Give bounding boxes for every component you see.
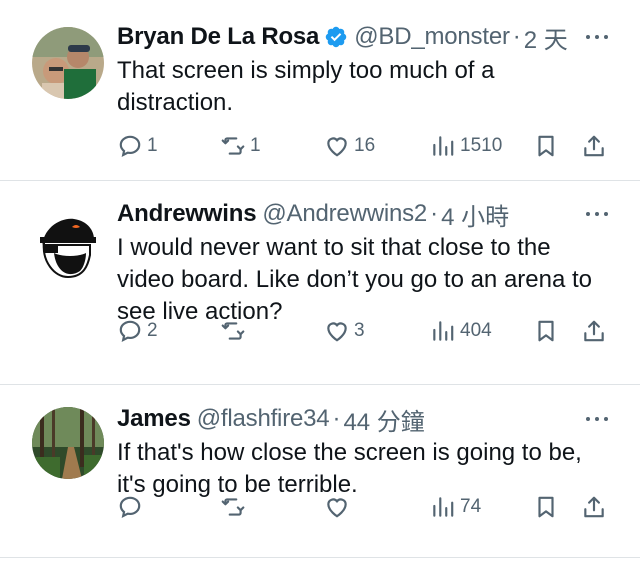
verified-badge-icon <box>324 25 348 49</box>
views-icon <box>433 136 454 156</box>
bookmark-button[interactable] <box>533 318 559 344</box>
tweet-text: I would never want to sit that close to … <box>117 234 593 325</box>
like-button[interactable]: 3 <box>324 318 365 344</box>
share-icon <box>584 496 604 518</box>
bookmark-icon <box>538 135 554 157</box>
views-button[interactable]: 74 <box>430 494 481 520</box>
more-icon[interactable] <box>584 28 610 46</box>
share-button[interactable] <box>581 494 607 520</box>
view-count: 74 <box>460 496 482 517</box>
tweet[interactable]: Andrewwins @Andrewwins2 · 4 小時 I would n… <box>0 181 640 385</box>
reply-icon <box>119 496 141 518</box>
reply-icon <box>119 320 141 342</box>
bookmark-icon <box>538 496 554 518</box>
reply-count: 1 <box>147 135 158 156</box>
reply-count: 2 <box>147 320 158 341</box>
views-icon <box>433 497 454 517</box>
more-icon[interactable] <box>584 205 610 223</box>
view-count: 1510 <box>460 135 503 156</box>
retweet-button[interactable] <box>220 318 250 344</box>
retweet-button[interactable]: 1 <box>220 133 261 159</box>
retweet-icon <box>221 322 245 340</box>
heart-icon <box>327 498 347 518</box>
avatar[interactable] <box>32 27 104 99</box>
reply-button[interactable]: 2 <box>117 318 158 344</box>
action-bar: 74 <box>117 492 610 522</box>
bookmark-button[interactable] <box>533 494 559 520</box>
user-handle[interactable]: @BD_monster <box>354 23 510 51</box>
retweet-button[interactable] <box>220 494 250 520</box>
tweet[interactable]: James @flashfire34 · 44 分鐘 If that's how… <box>0 385 640 558</box>
avatar[interactable] <box>32 407 104 479</box>
view-count: 404 <box>460 320 492 341</box>
like-button[interactable]: 16 <box>324 133 375 159</box>
retweet-count: 1 <box>250 135 261 156</box>
timestamp[interactable]: 4 小時 <box>441 197 509 232</box>
like-count: 16 <box>354 135 376 156</box>
views-icon <box>433 321 454 341</box>
heart-icon <box>327 322 347 342</box>
display-name[interactable]: Bryan De La Rosa <box>117 23 319 51</box>
more-icon[interactable] <box>584 410 610 428</box>
share-button[interactable] <box>581 318 607 344</box>
action-bar: 1 1 16 1510 <box>117 131 610 161</box>
like-button[interactable] <box>324 494 354 520</box>
like-count: 3 <box>354 320 365 341</box>
share-icon <box>584 135 604 157</box>
reply-icon <box>119 135 141 157</box>
bookmark-icon <box>538 320 554 342</box>
separator-dot: · <box>430 200 439 227</box>
tweet[interactable]: Bryan De La Rosa @BD_monster · 2 天 That … <box>0 0 640 181</box>
retweet-icon <box>221 137 245 155</box>
views-button[interactable]: 1510 <box>430 133 502 159</box>
action-bar: 2 3 404 <box>117 316 610 346</box>
retweet-icon <box>221 498 245 516</box>
user-handle[interactable]: @Andrewwins2 <box>262 200 427 228</box>
user-handle[interactable]: @flashfire34 <box>197 405 330 433</box>
timestamp[interactable]: 44 分鐘 <box>343 402 424 437</box>
separator-dot: · <box>512 23 521 50</box>
tweet-text: That screen is simply too much of a dist… <box>117 57 495 116</box>
share-icon <box>584 320 604 342</box>
views-button[interactable]: 404 <box>430 318 492 344</box>
display-name[interactable]: Andrewwins <box>117 200 257 228</box>
reply-button[interactable] <box>117 494 147 520</box>
separator-dot: · <box>332 405 341 432</box>
bookmark-button[interactable] <box>533 133 559 159</box>
reply-button[interactable]: 1 <box>117 133 158 159</box>
share-button[interactable] <box>581 133 607 159</box>
heart-icon <box>327 137 347 157</box>
reply-feed: Bryan De La Rosa @BD_monster · 2 天 That … <box>0 0 640 558</box>
display-name[interactable]: James <box>117 405 191 433</box>
timestamp[interactable]: 2 天 <box>524 20 568 55</box>
avatar[interactable] <box>32 209 104 281</box>
